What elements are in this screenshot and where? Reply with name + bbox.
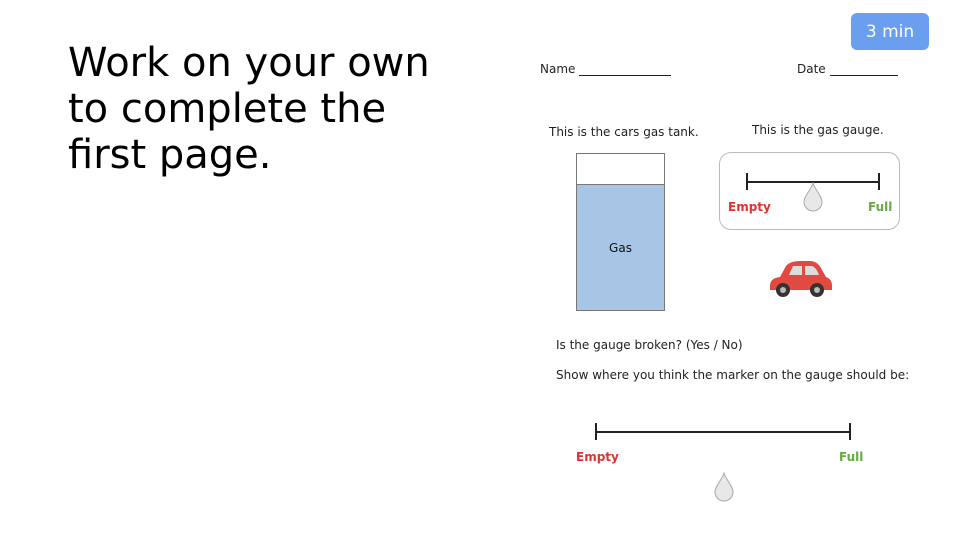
name-line — [579, 75, 672, 76]
gauge-caption: This is the gas gauge. — [752, 123, 884, 137]
gauge-empty-label: Empty — [728, 200, 771, 214]
draggable-marker-drop-icon[interactable] — [713, 472, 735, 502]
question-marker-position: Show where you think the marker on the g… — [556, 368, 910, 382]
gauge-tick-right — [878, 173, 880, 190]
gas-label: Gas — [609, 240, 632, 255]
answer-gauge[interactable]: Empty Full — [576, 420, 864, 510]
gas-tank: Gas — [576, 153, 665, 311]
date-line — [829, 75, 898, 76]
gas-fill: Gas — [577, 184, 664, 310]
date-label: Date — [797, 62, 826, 76]
answer-full-label: Full — [839, 450, 864, 464]
answer-tick-left — [595, 423, 597, 440]
name-field: Name — [540, 62, 672, 76]
car-icon — [770, 261, 832, 297]
tank-caption: This is the cars gas tank. — [549, 125, 699, 139]
timer-badge: 3 min — [851, 13, 929, 50]
answer-gauge-bar — [595, 431, 851, 433]
answer-empty-label: Empty — [576, 450, 619, 464]
answer-tick-right — [849, 423, 851, 440]
question-gauge-broken: Is the gauge broken? (Yes / No) — [556, 338, 743, 352]
date-field: Date — [797, 62, 898, 76]
gas-gauge: Empty Full — [719, 152, 900, 230]
gauge-tick-left — [746, 173, 748, 190]
gauge-marker-drop-icon — [803, 182, 823, 212]
slide-title: Work on your own to complete the first p… — [68, 40, 430, 178]
gauge-full-label: Full — [868, 200, 893, 214]
name-label: Name — [540, 62, 576, 76]
